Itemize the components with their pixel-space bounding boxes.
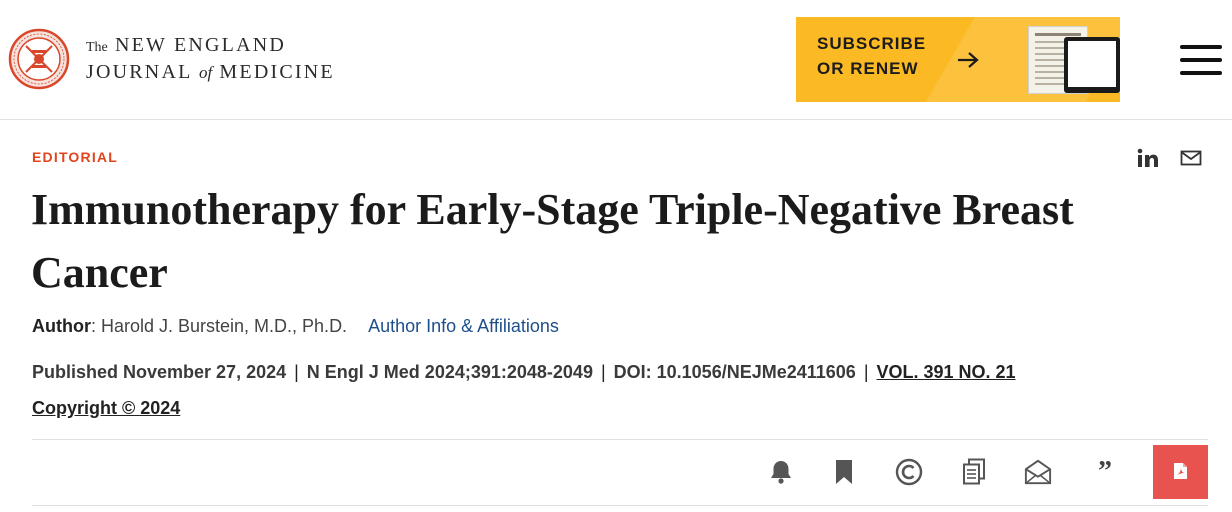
separator: | (600, 362, 606, 382)
publication-info: Published November 27, 2024 | N Engl J Med… (32, 362, 1016, 383)
masthead-the: The (86, 40, 108, 55)
citation: N Engl J Med 2024;391:2048-2049 (306, 362, 593, 382)
email-icon[interactable] (1180, 148, 1202, 168)
pdf-icon (1174, 463, 1187, 479)
envelope-open-icon[interactable] (1024, 457, 1052, 487)
subscribe-renew-banner[interactable]: SUBSCRIBE OR RENEW (796, 17, 1120, 102)
masthead-new-england: NEW ENGLAND (114, 34, 286, 56)
masthead-of: of (198, 63, 213, 82)
article-title: Immunotherapy for Early-Stage Triple-Neg… (31, 185, 1074, 297)
linkedin-icon[interactable] (1137, 148, 1159, 168)
divider-top (32, 439, 1208, 440)
arrow-right-icon (958, 52, 979, 68)
bell-icon[interactable] (767, 457, 795, 487)
subscribe-line-2: OR RENEW (817, 59, 919, 78)
divider-bottom (32, 505, 1208, 506)
subscribe-line-1: SUBSCRIBE (817, 34, 927, 53)
author-affiliations-link[interactable]: Author Info & Affiliations (368, 316, 559, 336)
article-category[interactable]: EDITORIAL (32, 149, 118, 165)
site-header: The NEW ENGLAND JOURNAL of MEDICINE SUBS… (0, 0, 1232, 120)
tablet-screen (1068, 41, 1116, 87)
doi: DOI: 10.1056/NEJMe2411606 (613, 362, 856, 382)
masthead-journal: JOURNAL (86, 61, 192, 83)
nejm-seal-logo[interactable] (8, 28, 70, 90)
published-date: Published November 27, 2024 (32, 362, 287, 382)
bookmark-icon[interactable] (830, 457, 858, 487)
copy-icon[interactable] (960, 457, 988, 487)
quote-icon[interactable]: ” (1091, 456, 1119, 487)
masthead-medicine: MEDICINE (219, 61, 335, 83)
hamburger-menu-icon[interactable] (1180, 45, 1222, 75)
author-label: Author (32, 316, 91, 336)
author-name[interactable]: : Harold J. Burstein, M.D., Ph.D. (91, 316, 347, 336)
copyright-icon[interactable] (895, 457, 923, 487)
masthead-line-1: The NEW ENGLAND (86, 34, 335, 59)
volume-issue-link[interactable]: VOL. 391 NO. 21 (877, 362, 1016, 382)
tablet-device-image (1064, 37, 1120, 93)
copyright-link[interactable]: Copyright © 2024 (32, 398, 180, 419)
pdf-download-button[interactable] (1153, 445, 1208, 499)
author-line: Author: Harold J. Burstein, M.D., Ph.D. … (32, 316, 559, 337)
separator: | (294, 362, 299, 382)
subscribe-label: SUBSCRIBE OR RENEW (817, 31, 927, 81)
journal-masthead[interactable]: The NEW ENGLAND JOURNAL of MEDICINE (86, 34, 335, 86)
separator: | (863, 362, 869, 382)
masthead-line-2: JOURNAL of MEDICINE (86, 59, 335, 86)
